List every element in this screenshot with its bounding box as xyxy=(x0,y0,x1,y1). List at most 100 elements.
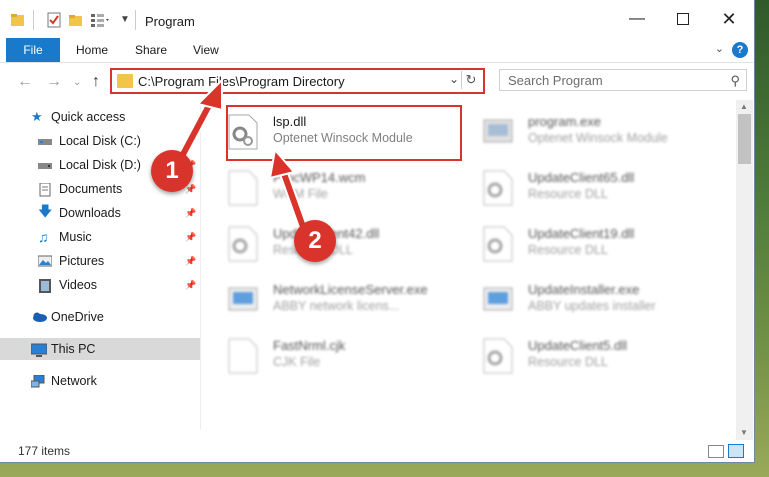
file-description: Resource DLL xyxy=(528,355,608,369)
file-tile[interactable]: UpdateInstaller.exe ABBY updates install… xyxy=(456,274,706,324)
address-path[interactable]: C:\Program Files\Program Directory xyxy=(138,74,345,89)
file-icon xyxy=(227,170,259,206)
up-arrow-icon[interactable]: ↑ xyxy=(92,73,100,91)
sidebar-item-pictures[interactable]: Pictures 📌 xyxy=(0,250,200,272)
file-name: UpdateClient5.dll xyxy=(528,338,628,353)
sidebar-item-music[interactable]: ♫ Music 📌 xyxy=(0,226,200,248)
file-tile[interactable]: NetworkLicenseServer.exe ABBY network li… xyxy=(201,274,451,324)
forward-arrow-icon[interactable]: → xyxy=(46,73,62,91)
pin-icon[interactable]: 📌 xyxy=(185,232,196,243)
sidebar-item-label: Videos xyxy=(59,278,97,292)
sidebar-item-label: Downloads xyxy=(59,206,121,220)
sidebar-item-this-pc[interactable]: This PC xyxy=(0,338,200,360)
scroll-down-icon[interactable]: ▼ xyxy=(740,428,748,437)
sidebar-item-onedrive[interactable]: OneDrive xyxy=(0,306,200,328)
maximize-icon xyxy=(677,13,689,25)
scroll-thumb[interactable] xyxy=(738,114,751,164)
help-icon[interactable]: ? xyxy=(732,42,748,58)
search-placeholder[interactable]: Search Program xyxy=(508,73,603,88)
file-tile[interactable]: UpdateClient19.dll Resource DLL xyxy=(456,218,706,268)
tab-share[interactable]: Share xyxy=(135,43,167,57)
dll-gear-icon xyxy=(482,170,514,206)
tab-home[interactable]: Home xyxy=(76,43,108,57)
window-title: Program xyxy=(145,14,195,29)
address-dropdown-icon[interactable]: ⌄ xyxy=(449,72,459,86)
refresh-icon[interactable]: ↻ xyxy=(461,71,480,89)
step-2-badge: 2 xyxy=(294,220,336,262)
ribbon-tabs: File Home Share View ⌄ ? xyxy=(0,38,754,63)
details-view-icon[interactable] xyxy=(708,445,724,458)
step-1-badge: 1 xyxy=(151,150,193,192)
file-explorer-window: ▼ Program — ✕ File Home Share View ⌄ ? ←… xyxy=(0,0,754,462)
maximize-button[interactable] xyxy=(660,0,706,38)
videos-icon xyxy=(38,279,52,293)
file-tile[interactable]: UpdateClient65.dll Resource DLL xyxy=(456,162,706,212)
dll-gear-icon xyxy=(482,338,514,374)
sidebar-item-local-disk-c[interactable]: Local Disk (C:) xyxy=(0,130,200,152)
recent-locations-icon[interactable]: ⌄ xyxy=(73,77,81,88)
exe-icon xyxy=(482,114,514,150)
search-icon[interactable]: ⚲ xyxy=(730,73,740,89)
sidebar-item-label: Network xyxy=(51,374,97,388)
tab-view[interactable]: View xyxy=(193,43,219,57)
minimize-button[interactable]: — xyxy=(614,0,660,38)
sidebar-item-label: Local Disk (C:) xyxy=(59,134,141,148)
pin-icon[interactable]: 📌 xyxy=(185,280,196,291)
file-description: ABBY updates installer xyxy=(528,299,656,313)
file-description: Optenet Winsock Module xyxy=(528,131,668,145)
file-icon xyxy=(227,338,259,374)
sidebar-item-quick-access[interactable]: ★ Quick access xyxy=(0,106,200,128)
sidebar-item-label: OneDrive xyxy=(51,310,104,324)
exe-icon xyxy=(482,282,514,318)
separator xyxy=(135,10,136,30)
search-box[interactable]: Search Program ⚲ xyxy=(499,69,747,91)
drive-icon xyxy=(38,159,52,171)
computer-icon xyxy=(30,343,48,357)
file-tile[interactable]: FastNrml.cjk CJK File xyxy=(201,330,451,380)
file-tile[interactable]: ProcWP14.wcm WCM File xyxy=(201,162,451,212)
pictures-icon xyxy=(37,255,53,267)
vertical-scrollbar[interactable]: ▲ ▼ xyxy=(736,100,753,440)
sidebar-item-label: Music xyxy=(59,230,92,244)
dll-gear-icon xyxy=(227,226,259,262)
new-folder-icon[interactable] xyxy=(68,12,84,28)
pin-icon[interactable]: 📌 xyxy=(185,256,196,267)
customize-toolbar-icon[interactable]: ▼ xyxy=(120,14,130,25)
cloud-icon xyxy=(31,311,47,323)
sidebar-item-label: Pictures xyxy=(59,254,105,268)
sidebar-item-label: Documents xyxy=(59,182,123,196)
close-button[interactable]: ✕ xyxy=(706,0,752,38)
sidebar-item-network[interactable]: Network xyxy=(0,370,200,392)
file-name: FastNrml.cjk xyxy=(273,338,346,353)
file-name: NetworkLicenseServer.exe xyxy=(273,282,428,297)
sidebar-item-label: Local Disk (D:) xyxy=(59,158,141,172)
view-menu-icon[interactable] xyxy=(90,12,109,28)
download-icon: 🡇 xyxy=(38,203,53,219)
file-tile[interactable]: UpdateClient5.dll Resource DLL xyxy=(456,330,706,380)
sidebar-item-downloads[interactable]: 🡇 Downloads 📌 xyxy=(0,202,200,224)
tiles-view-icon[interactable] xyxy=(728,444,744,458)
pin-icon[interactable]: 📌 xyxy=(185,208,196,219)
properties-icon[interactable] xyxy=(46,12,62,28)
dll-gear-icon xyxy=(482,226,514,262)
file-tile[interactable]: program.exe Optenet Winsock Module xyxy=(456,106,706,156)
title-bar: ▼ Program — ✕ xyxy=(0,0,754,38)
music-icon: ♫ xyxy=(38,229,49,245)
address-bar[interactable]: C:\Program Files\Program Directory ⌄ ↻ xyxy=(110,68,485,94)
back-arrow-icon[interactable]: ← xyxy=(17,73,33,91)
tab-file[interactable]: File xyxy=(6,38,60,62)
folder-icon xyxy=(117,74,133,88)
folder-icon xyxy=(10,12,26,28)
file-description: ABBY network licens... xyxy=(273,299,400,313)
file-name: program.exe xyxy=(528,114,601,129)
expand-ribbon-icon[interactable]: ⌄ xyxy=(715,42,724,55)
file-list: lsp.dll Optenet Winsock Module program.e… xyxy=(201,100,736,430)
file-tile-lsp-dll[interactable]: lsp.dll Optenet Winsock Module xyxy=(201,106,451,156)
scroll-up-icon[interactable]: ▲ xyxy=(740,102,748,111)
sidebar-item-label: Quick access xyxy=(51,110,126,124)
file-name: UpdateInstaller.exe xyxy=(528,282,640,297)
separator xyxy=(33,10,34,30)
status-bar: 177 items xyxy=(0,440,754,462)
sidebar-item-videos[interactable]: Videos 📌 xyxy=(0,274,200,296)
drive-icon xyxy=(38,135,52,147)
